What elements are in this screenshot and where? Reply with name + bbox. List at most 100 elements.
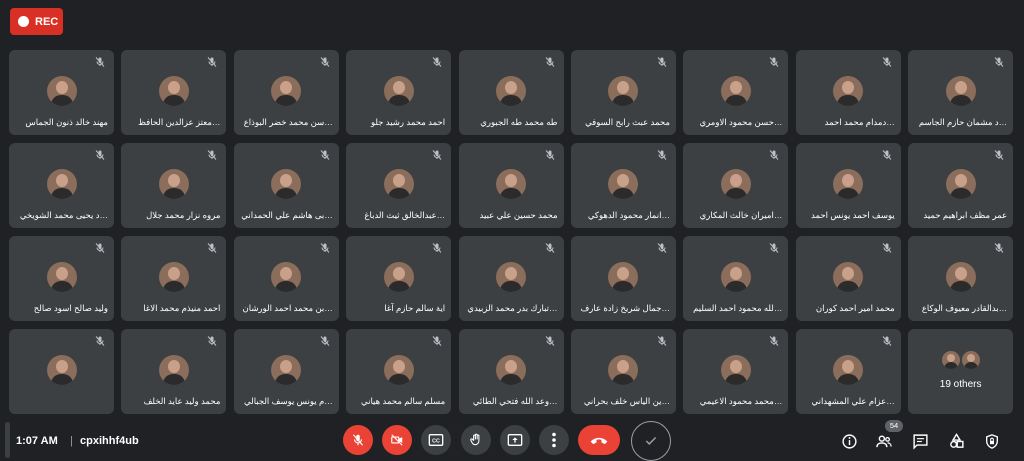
- chat-button[interactable]: [911, 432, 929, 450]
- participant-tile[interactable]: محمد امير احمد كوران: [795, 236, 901, 321]
- muted-mic-icon: [320, 150, 330, 160]
- participant-tile[interactable]: …د مشمان حازم الجاسم: [908, 50, 1014, 135]
- participant-name: …انمار محمود الدهوكي: [587, 210, 670, 220]
- chat-icon: [912, 433, 928, 450]
- participant-tile[interactable]: …بى هاشم علي الحمداني: [233, 143, 339, 228]
- people-button[interactable]: [875, 432, 893, 450]
- muted-mic-icon: [432, 57, 442, 67]
- participant-tile[interactable]: …لله محمود احمد السليم: [683, 236, 789, 321]
- meeting-details-button[interactable]: [840, 432, 858, 450]
- muted-mic-icon: [208, 150, 217, 160]
- camera-toggle-button[interactable]: [382, 425, 412, 455]
- participant-name: …اميران خالث المكاري: [699, 210, 783, 220]
- participant-name: مهند خالد ذنون الجماس: [25, 117, 108, 127]
- participant-tile[interactable]: مروه نزار محمد جلال: [121, 143, 227, 228]
- participant-tile[interactable]: يوسف احمد يونس احمد: [795, 143, 901, 228]
- participant-tile[interactable]: …معتز عزالدين الحافظ: [121, 50, 227, 135]
- participant-name: …عزام علي المشهداني: [811, 396, 895, 406]
- participant-avatar: [46, 169, 77, 199]
- participant-name: …دمدام محمد احمد: [824, 117, 895, 127]
- bottom-bar: 1:07 AM | cpxihhf4ub CC 54: [0, 420, 1024, 461]
- participant-tile[interactable]: …جمال شريخ زادة عارف: [570, 236, 676, 321]
- participant-avatar: [720, 355, 751, 385]
- side-panel-handle[interactable]: [5, 422, 10, 458]
- participant-avatar: [945, 76, 976, 106]
- recording-label: REC: [35, 15, 59, 28]
- participant-tile[interactable]: …م يونس يوسف الجبالي: [233, 329, 339, 414]
- participant-tile[interactable]: احمد منيذم محمد الاغا: [121, 236, 227, 321]
- participant-name: محمد حسين علي عبيد: [479, 210, 558, 220]
- participant-tile[interactable]: عمر مظف ابراهيم حميد: [908, 143, 1014, 228]
- participant-avatar: [833, 76, 864, 106]
- microphone-toggle-button[interactable]: [343, 425, 373, 455]
- participant-tile[interactable]: محمد عبث رابح السوفي: [570, 50, 676, 135]
- muted-mic-icon: [208, 336, 217, 346]
- leave-call-button[interactable]: [578, 425, 620, 455]
- participant-tile[interactable]: محمد حسين علي عبيد: [458, 143, 564, 228]
- participant-avatar: [158, 355, 189, 385]
- participant-tile[interactable]: طه محمد طه الجبوري: [458, 50, 564, 135]
- others-tile[interactable]: 19 others: [908, 329, 1014, 414]
- participant-tile[interactable]: [9, 329, 114, 414]
- more-options-button[interactable]: [539, 425, 569, 455]
- participant-name: …وعد الله فتحي الطائي: [472, 396, 558, 406]
- participant-tile[interactable]: وليد صالح اسود صالح: [9, 236, 114, 321]
- participant-name: احمد منيذم محمد الاغا: [143, 303, 221, 313]
- participant-avatar: [608, 169, 639, 199]
- meeting-time: 1:07 AM: [16, 435, 58, 447]
- confirm-button[interactable]: [631, 421, 671, 461]
- participant-avatar: [158, 262, 189, 292]
- muted-mic-icon: [769, 243, 779, 253]
- muted-mic-icon: [994, 243, 1004, 253]
- participant-tile[interactable]: …محمد محمود الاعيمي: [683, 329, 789, 414]
- participant-tile[interactable]: …د يحيى محمد الشويخي: [9, 143, 114, 228]
- muted-mic-icon: [882, 336, 892, 346]
- participant-tile[interactable]: …ين الياس خلف بحراني: [570, 329, 676, 414]
- recording-indicator[interactable]: REC: [10, 8, 63, 35]
- participant-avatar: [608, 262, 639, 292]
- participant-tile[interactable]: …بدالقادر معيوف الوكاع: [908, 236, 1014, 321]
- participant-tile[interactable]: اية سالم حازم آغا: [346, 236, 452, 321]
- participant-tile[interactable]: مهند خالد ذنون الجماس: [9, 50, 114, 135]
- participant-tile[interactable]: …دمدام محمد احمد: [795, 50, 901, 135]
- muted-mic-icon: [882, 150, 892, 160]
- participant-name: محمد امير احمد كوران: [815, 303, 895, 313]
- mic-off-icon: [352, 434, 364, 446]
- muted-mic-icon: [95, 57, 105, 67]
- participant-tile[interactable]: …انمار محمود الدهوكي: [570, 143, 676, 228]
- participant-tile[interactable]: احمد محمد رشيد جلو: [346, 50, 452, 135]
- participant-tile[interactable]: …حسن محمود الاومري: [683, 50, 789, 135]
- shapes-icon: [949, 432, 964, 448]
- participant-tile[interactable]: …وعد الله فتحي الطائي: [458, 329, 564, 414]
- participant-tile[interactable]: …عبدالخالق ثيث الدباغ: [346, 143, 452, 228]
- participant-tile[interactable]: …عزام علي المشهداني: [795, 329, 901, 414]
- time-separator: |: [70, 435, 73, 447]
- captions-button[interactable]: CC: [421, 425, 451, 455]
- participant-tile[interactable]: مسلم سالم محمد هياني: [346, 329, 452, 414]
- muted-mic-icon: [432, 150, 442, 160]
- participant-tile[interactable]: …بن محمد احمد الورشان: [233, 236, 339, 321]
- meeting-code: cpxihhf4ub: [80, 435, 139, 447]
- participant-name: مسلم سالم محمد هياني: [361, 396, 446, 406]
- record-dot-icon: [18, 16, 29, 27]
- participant-avatar: [271, 169, 302, 199]
- participant-name: …تبارك بدر محمد الزبيدي: [467, 303, 558, 313]
- participant-tile[interactable]: …سن محمد خضر البوذاع: [233, 50, 339, 135]
- participant-tile[interactable]: …اميران خالث المكاري: [683, 143, 789, 228]
- participant-name: وليد صالح اسود صالح: [33, 303, 108, 313]
- captions-icon: CC: [428, 434, 444, 446]
- participant-name: …محمد محمود الاعيمي: [699, 396, 783, 406]
- present-screen-button[interactable]: [500, 425, 530, 455]
- participant-tile[interactable]: محمد وليد عايد الخلف: [121, 329, 227, 414]
- participant-tile[interactable]: …تبارك بدر محمد الزبيدي: [458, 236, 564, 321]
- participant-name: …حسن محمود الاومري: [699, 117, 783, 127]
- activities-button[interactable]: [947, 432, 965, 450]
- participant-grid: مهند خالد ذنون الجماس …معتز عزالدين الحاف…: [9, 50, 1014, 416]
- info-icon: [841, 433, 857, 449]
- participant-name: …معتز عزالدين الحافظ: [138, 117, 221, 127]
- host-controls-button[interactable]: [983, 432, 1001, 450]
- participant-name: محمد عبث رابح السوفي: [585, 117, 670, 127]
- participant-name: …د يحيى محمد الشويخي: [19, 210, 108, 220]
- raise-hand-button[interactable]: [461, 425, 491, 455]
- muted-mic-icon: [95, 150, 105, 160]
